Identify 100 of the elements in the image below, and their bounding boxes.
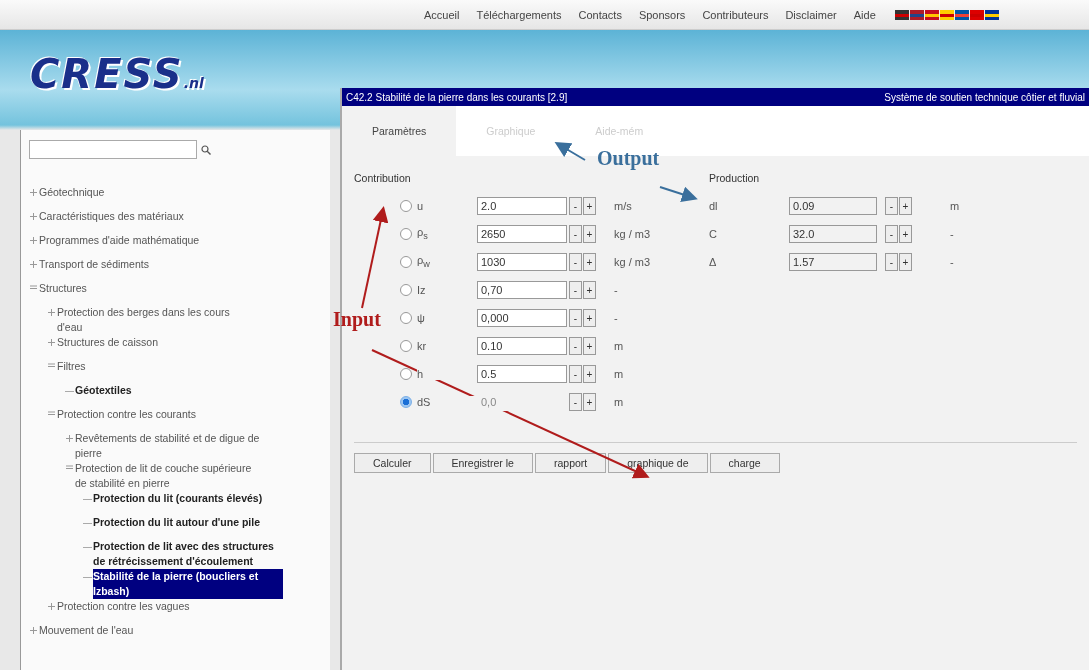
expand-icon[interactable] [47, 308, 56, 317]
increment-button[interactable]: + [899, 197, 912, 215]
increment-button[interactable]: + [899, 225, 912, 243]
value-field[interactable]: 0.10 [477, 337, 567, 355]
tree-item[interactable]: Caractéristiques des matériaux [39, 209, 184, 224]
expand-icon[interactable] [47, 338, 56, 347]
increment-button[interactable]: + [583, 197, 596, 215]
increment-button[interactable]: + [583, 337, 596, 355]
tree-item[interactable]: Protection du lit (courants élevés) [93, 491, 263, 506]
increment-button[interactable]: + [583, 225, 596, 243]
expand-icon[interactable] [47, 602, 56, 611]
increment-button[interactable]: + [583, 253, 596, 271]
nav-link[interactable]: Disclaimer [785, 8, 837, 21]
radio-button[interactable] [400, 228, 412, 240]
tree-item[interactable]: Stabilité de la pierre (boucliers et Izbash) [93, 569, 283, 599]
tree-item[interactable]: Mouvement de l'eau [39, 623, 134, 638]
search-icon[interactable] [201, 144, 211, 155]
action-button[interactable]: graphique de [608, 453, 708, 473]
flag-icon[interactable] [894, 9, 909, 20]
action-button[interactable]: Enregistrer le [432, 453, 533, 473]
value-field[interactable]: 1030 [477, 253, 567, 271]
flag-icon[interactable] [969, 9, 984, 20]
radio-button[interactable] [400, 256, 412, 268]
action-button[interactable]: rapport [534, 453, 607, 473]
site-logo[interactable]: CRESS.nl [30, 51, 204, 97]
radio-button[interactable] [400, 340, 412, 352]
increment-button[interactable]: + [583, 365, 596, 383]
decrement-button[interactable]: - [569, 253, 582, 271]
expand-icon[interactable] [29, 188, 38, 197]
nav-link[interactable]: Sponsors [638, 8, 686, 21]
nav-link[interactable]: Téléchargements [476, 8, 562, 21]
expand-icon[interactable] [29, 236, 38, 245]
unit-label: m/s [614, 200, 632, 212]
tree-item[interactable]: Programmes d'aide mathématique [39, 233, 200, 248]
unit-label: kg / m3 [614, 228, 651, 240]
value-field[interactable]: 0.5 [477, 365, 567, 383]
increment-button[interactable]: + [583, 309, 596, 327]
action-button[interactable]: Calculer [354, 453, 431, 473]
nav-link[interactable]: Aide [853, 8, 876, 21]
value-field[interactable]: 2.0 [477, 197, 567, 215]
radio-button[interactable] [400, 312, 412, 324]
unit-label: - [614, 312, 618, 324]
unit-label: - [950, 228, 954, 240]
unit-label: m [614, 340, 624, 352]
action-button[interactable]: charge [709, 453, 780, 473]
tree-item[interactable]: Protection des berges dans les cours d'eau [57, 305, 247, 335]
increment-button[interactable]: + [583, 281, 596, 299]
unit-label: m [950, 200, 960, 212]
decrement-button[interactable]: - [885, 197, 898, 215]
tree-item[interactable]: Protection du lit autour d'une pile [93, 515, 260, 530]
decrement-button[interactable]: - [885, 253, 898, 271]
decrement-button[interactable]: - [569, 393, 582, 411]
annotation-label: Output [597, 147, 660, 170]
expand-icon[interactable] [29, 626, 38, 635]
radio-button[interactable] [400, 284, 412, 296]
nav-link[interactable]: Contacts [578, 8, 622, 21]
tree-item[interactable]: Structures de caisson [57, 335, 158, 350]
section-label: Contribution [354, 172, 412, 186]
result-field[interactable]: 1.57 [789, 253, 877, 271]
tab[interactable]: Paramètres [342, 106, 457, 156]
result-field[interactable]: 0.09 [789, 197, 877, 215]
flag-icon[interactable] [909, 9, 924, 20]
decrement-button[interactable]: - [569, 309, 582, 327]
nav-link[interactable]: Accueil [424, 8, 460, 21]
flag-icon[interactable] [984, 9, 999, 20]
decrement-button[interactable]: - [885, 225, 898, 243]
search-field[interactable] [29, 140, 197, 159]
value-field[interactable]: 0,70 [477, 281, 567, 299]
flag-icon[interactable] [954, 9, 969, 20]
tree-item[interactable]: Revêtements de stabilité et de digue de pierre [75, 431, 265, 461]
tree-item[interactable]: Protection de lit de couche supérieure de stabilité en pierre [75, 461, 265, 491]
tree-item[interactable]: Filtres [57, 359, 86, 374]
expand-icon[interactable] [29, 260, 38, 269]
nav-link[interactable]: Contributeurs [702, 8, 769, 21]
radio-button[interactable] [400, 368, 412, 380]
annotation-arrow [554, 141, 586, 161]
tree-item[interactable]: Géotextiles [75, 383, 132, 398]
decrement-button[interactable]: - [569, 197, 582, 215]
radio-button[interactable] [400, 200, 412, 212]
increment-button[interactable]: + [899, 253, 912, 271]
value-field[interactable]: 0,000 [477, 309, 567, 327]
tree-item[interactable]: Protection contre les vagues [57, 599, 190, 614]
tree-item[interactable]: Protection contre les courants [57, 407, 196, 422]
tree-item[interactable]: Protection de lit avec des structures de rétrécissement d'écoulement [93, 539, 283, 569]
tree-item[interactable]: Transport de sédiments [39, 257, 149, 272]
tree-item[interactable]: Géotechnique [39, 185, 105, 200]
result-field[interactable]: 32.0 [789, 225, 877, 243]
increment-button[interactable]: + [583, 393, 596, 411]
value-field[interactable]: 2650 [477, 225, 567, 243]
expand-icon[interactable] [29, 212, 38, 221]
expand-icon[interactable] [65, 434, 74, 443]
decrement-button[interactable]: - [569, 225, 582, 243]
dialog-subtitle: Système de soutien technique côtier et fluvial [884, 91, 1085, 103]
flag-icon[interactable] [939, 9, 954, 20]
decrement-button[interactable]: - [569, 281, 582, 299]
tree-item[interactable]: Structures [39, 281, 87, 296]
flag-icon[interactable] [924, 9, 939, 20]
decrement-button[interactable]: - [569, 337, 582, 355]
annotation-arrow [659, 186, 698, 202]
decrement-button[interactable]: - [569, 365, 582, 383]
